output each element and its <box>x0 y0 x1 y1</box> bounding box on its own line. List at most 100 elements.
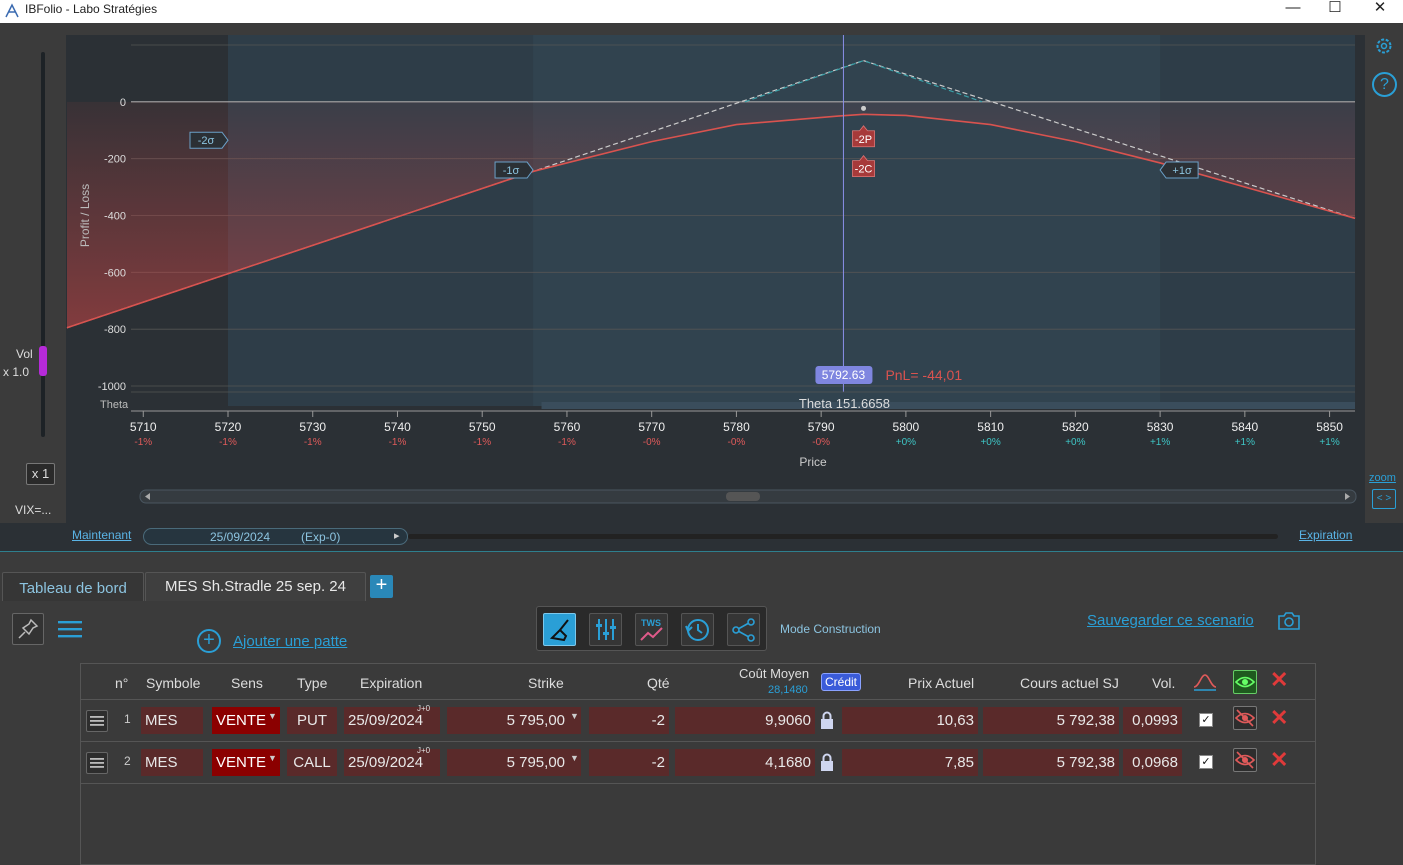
day-offset-tag: J+0 <box>417 704 431 713</box>
x-tick-label: 5770 <box>638 420 665 434</box>
current-price-field: 7,85 <box>842 749 978 776</box>
show-all-button[interactable] <box>1233 670 1257 694</box>
share-mode-button[interactable] <box>727 613 760 646</box>
pnl-chart-panel[interactable]: 0 -200 -400 -600 -800 -1000 Profit / Loss -2σ -1… <box>66 35 1365 523</box>
symbol-field[interactable]: MES <box>141 707 203 734</box>
help-button[interactable]: ? <box>1372 72 1397 97</box>
x-tick-label: 5750 <box>469 420 496 434</box>
table-row: 1 MES VENTE ▼ PUT 25/09/2024 J+0 5 795,0… <box>81 700 1315 742</box>
now-link[interactable]: Maintenant <box>72 528 131 542</box>
quantity-field[interactable]: -2 <box>589 749 669 776</box>
cout-total: 28,1480 <box>768 684 808 696</box>
sens-dropdown-icon[interactable]: ▼ <box>268 753 277 763</box>
chart-scrollbar-thumb[interactable] <box>726 492 760 501</box>
hide-leg-button[interactable] <box>1233 748 1257 772</box>
underlying-price-field: 5 792,38 <box>983 749 1119 776</box>
trowel-icon <box>549 619 569 642</box>
lock-icon[interactable] <box>816 709 838 733</box>
volatility-field[interactable]: 0,0968 <box>1123 749 1182 776</box>
theta-bar <box>541 402 1355 409</box>
underlying-price-field: 5 792,38 <box>983 707 1119 734</box>
symbol-field[interactable]: MES <box>141 749 203 776</box>
time-slider-track[interactable] <box>408 534 1278 539</box>
x-tick-label: 5730 <box>299 420 326 434</box>
lock-icon[interactable] <box>816 751 838 775</box>
mode-label: Mode Construction <box>780 622 881 636</box>
tws-label: TWS <box>641 618 661 628</box>
strike-field[interactable]: 5 795,00 <box>447 707 581 734</box>
panel-splitter[interactable] <box>0 551 1403 552</box>
x-tick-label: 5760 <box>554 420 581 434</box>
x-tick-label: 5780 <box>723 420 750 434</box>
volatility-field[interactable]: 0,0993 <box>1123 707 1182 734</box>
type-field[interactable]: CALL <box>287 749 337 776</box>
save-scenario-link[interactable]: Sauvegarder ce scenario <box>1087 612 1254 629</box>
time-slider-date: 25/09/2024 <box>210 530 271 544</box>
hamburger-menu-icon[interactable] <box>57 618 83 640</box>
multiplier-button[interactable]: x 1 <box>26 463 55 485</box>
eye-icon <box>1234 676 1256 688</box>
credit-badge[interactable]: Crédit <box>821 673 862 691</box>
delete-all-icon[interactable]: ✕ <box>1270 667 1288 693</box>
zoom-label[interactable]: zoom <box>1369 472 1396 484</box>
eye-off-icon <box>1234 709 1256 727</box>
curve-icon[interactable] <box>1193 672 1217 692</box>
row-drag-handle[interactable] <box>86 752 108 774</box>
camera-icon[interactable] <box>1276 610 1302 632</box>
x-tick-label: 5710 <box>130 420 157 434</box>
add-leg-link[interactable]: Ajouter une patte <box>233 633 347 650</box>
sens-dropdown-icon[interactable]: ▼ <box>268 711 277 721</box>
time-slider-arrow-icon[interactable]: ▸ <box>394 529 400 542</box>
add-tab-button[interactable]: + <box>370 575 393 598</box>
tab-dashboard[interactable]: Tableau de bord <box>2 572 144 601</box>
row-drag-handle[interactable] <box>86 710 108 732</box>
close-window-button[interactable]: ✕ <box>1357 0 1403 23</box>
x-tick-percent: -0% <box>728 437 746 448</box>
y-tick-label: -600 <box>104 267 126 279</box>
strike-dropdown-icon[interactable]: ▼ <box>570 753 579 763</box>
col-strike: Strike <box>528 675 564 691</box>
volatility-slider-handle[interactable] <box>39 346 47 376</box>
maximize-button[interactable]: ☐ <box>1312 0 1358 23</box>
time-slider-exp: (Exp-0) <box>301 530 341 544</box>
col-sens: Sens <box>231 675 263 691</box>
x-tick-percent: +0% <box>896 437 916 448</box>
x-tick-percent: -1% <box>389 437 407 448</box>
time-slider[interactable]: 25/09/2024 (Exp-0) ▸ <box>143 528 408 545</box>
current-price-field: 10,63 <box>842 707 978 734</box>
minimize-button[interactable]: — <box>1270 0 1316 23</box>
pin-button[interactable] <box>12 613 44 645</box>
pnl-chart[interactable]: 0 -200 -400 -600 -800 -1000 Profit / Loss -2σ -1… <box>66 35 1365 523</box>
strike-dropdown-icon[interactable]: ▼ <box>570 711 579 721</box>
adjust-mode-button[interactable] <box>589 613 622 646</box>
delete-leg-icon[interactable]: ✕ <box>1270 705 1288 731</box>
type-field[interactable]: PUT <box>287 707 337 734</box>
gear-icon[interactable] <box>1374 36 1394 56</box>
delete-leg-icon[interactable]: ✕ <box>1270 747 1288 773</box>
add-circle-icon[interactable]: + <box>197 629 221 653</box>
leg-enabled-checkbox[interactable]: ✓ <box>1199 713 1213 727</box>
table-header: n° Symbole Sens Type Expiration Strike Q… <box>81 664 1315 700</box>
x-tick-label: 5740 <box>384 420 411 434</box>
x-tick-label: 5800 <box>893 420 920 434</box>
strike-field[interactable]: 5 795,00 <box>447 749 581 776</box>
pnl-label: PnL= -44,01 <box>885 367 962 383</box>
pin-icon <box>18 618 39 639</box>
leg-enabled-checkbox[interactable]: ✓ <box>1199 755 1213 769</box>
x-tick-label: 5790 <box>808 420 835 434</box>
tws-mode-button[interactable]: TWS <box>635 613 668 646</box>
quantity-field[interactable]: -2 <box>589 707 669 734</box>
construction-mode-button[interactable] <box>543 613 576 646</box>
expiration-link[interactable]: Expiration <box>1299 528 1352 542</box>
avg-cost-field[interactable]: 9,9060 <box>675 707 815 734</box>
tab-strategy[interactable]: MES Sh.Stradle 25 sep. 24 <box>145 572 366 601</box>
zoom-button[interactable]: < > <box>1372 489 1396 509</box>
avg-cost-field[interactable]: 4,1680 <box>675 749 815 776</box>
y-tick-label: -1000 <box>98 381 126 393</box>
history-mode-button[interactable] <box>681 613 714 646</box>
col-expiration: Expiration <box>360 675 423 691</box>
current-price-value: 5792.63 <box>822 368 866 382</box>
hide-leg-button[interactable] <box>1233 706 1257 730</box>
y-tick-label: -200 <box>104 154 126 166</box>
volatility-slider-track[interactable] <box>41 52 45 437</box>
